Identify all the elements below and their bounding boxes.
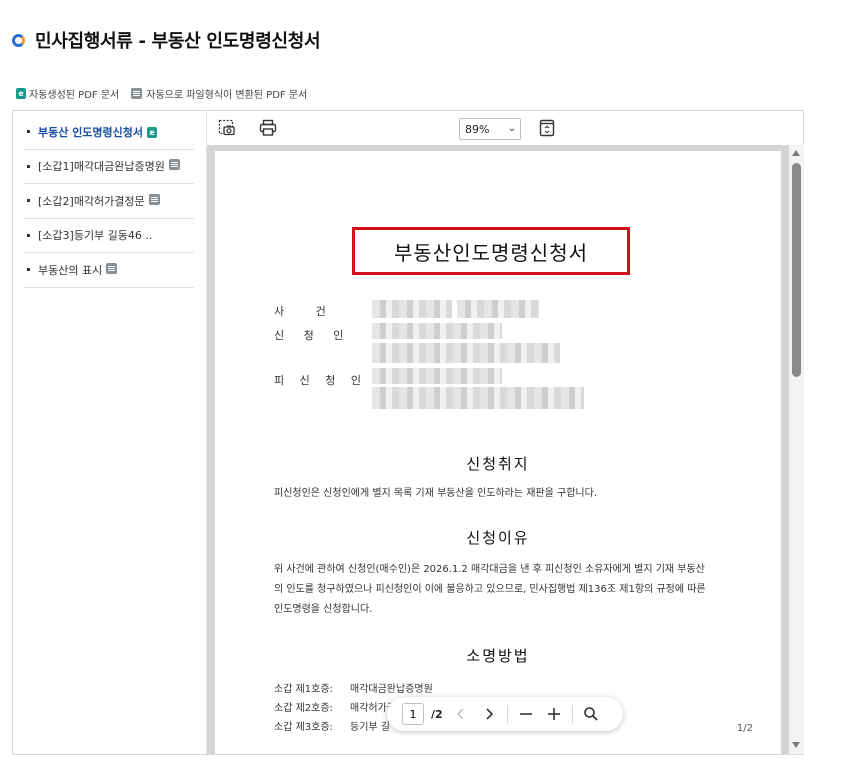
- zoom-in-button[interactable]: [544, 704, 564, 724]
- respondent-label: 피 신 청 인: [274, 374, 367, 387]
- vertical-scrollbar[interactable]: [789, 145, 804, 754]
- search-icon: [583, 707, 598, 721]
- viewer-toolbar: 89% ⌄: [207, 111, 803, 145]
- auto-pdf-icon: e: [16, 88, 26, 99]
- bullet-icon: [27, 268, 30, 272]
- fit-page-button[interactable]: [537, 118, 557, 138]
- bullet-icon: [27, 233, 30, 237]
- redacted-applicant-name: [372, 323, 502, 339]
- document-viewer: 부동산 인도명령신청서 e [소갑1]매각대금완납증명원 [소갑2]매각허가결정…: [12, 110, 804, 755]
- converted-pdf-icon: [168, 159, 180, 171]
- reason-heading: 신청이유: [466, 529, 530, 547]
- purpose-heading: 신청취지: [466, 455, 530, 473]
- evidence-key: 소갑 제1호증:: [274, 684, 333, 695]
- zoom-value: 89%: [465, 122, 490, 136]
- toolbar-divider: [506, 705, 508, 723]
- redacted-applicant-address: [372, 343, 560, 363]
- reason-text: 위 사건에 관하여 신청인(매수인)은 2026.1.2 매각대금을 낸 후 피…: [274, 564, 706, 615]
- chevron-left-icon: [456, 708, 464, 720]
- document-list-item[interactable]: 부동산 인도명령신청서 e: [23, 115, 194, 150]
- evidence-heading: 소명방법: [466, 647, 530, 665]
- page-navigation-bar: /2: [387, 697, 623, 731]
- zoom-select[interactable]: 89% ⌄: [459, 118, 521, 140]
- evidence-row: 소갑 제3호증: 등기부 길: [274, 718, 390, 733]
- next-page-button[interactable]: [479, 704, 499, 724]
- evidence-value: 등기부 길: [350, 722, 390, 733]
- bullet-icon: [27, 164, 30, 168]
- camera-capture-icon: [218, 119, 235, 136]
- legend-auto-label: 자동생성된 PDF 문서: [29, 90, 120, 101]
- case-label: 사 건: [274, 305, 340, 318]
- plus-icon: [547, 708, 560, 720]
- evidence-row: 소갑 제1호증: 매각대금완납증명원: [274, 680, 433, 695]
- redacted-case-number: [457, 300, 539, 318]
- capture-button[interactable]: [217, 118, 237, 138]
- document-list-item-label: [소갑1]매각대금완납증명원: [38, 160, 165, 174]
- auto-pdf-icon: e: [147, 127, 158, 139]
- converted-pdf-icon: [106, 262, 118, 274]
- legend-converted-label: 자동으로 파일형식이 변환된 PDF 문서: [146, 90, 308, 101]
- circle-logo-icon: [12, 33, 25, 47]
- document-page: 부동산인도명령신청서 사 건 신 청 인 피 신 청 인 신청취지 피신청인은 …: [215, 151, 781, 754]
- previous-page-button[interactable]: [451, 704, 471, 724]
- document-list-item-label: 부동산 인도명령신청서: [38, 125, 144, 139]
- document-list-item[interactable]: 부동산의 표시: [23, 253, 194, 288]
- toolbar-divider: [571, 705, 573, 723]
- converted-pdf-icon: [131, 88, 143, 99]
- evidence-key: 소갑 제3호증:: [274, 722, 333, 733]
- legend-converted: 자동으로 파일형식이 변환된 PDF 문서: [131, 86, 307, 101]
- document-list-item[interactable]: [소갑3]등기부 길동46 ..: [23, 219, 194, 253]
- scroll-down-icon[interactable]: [792, 742, 800, 748]
- legend-auto: e 자동생성된 PDF 문서: [16, 86, 119, 101]
- legend: e 자동생성된 PDF 문서 자동으로 파일형식이 변환된 PDF 문서: [16, 86, 319, 101]
- print-button[interactable]: [258, 118, 278, 138]
- converted-pdf-icon: [148, 193, 160, 205]
- redacted-case-number: [372, 300, 452, 318]
- document-list-item[interactable]: [소갑1]매각대금완납증명원: [23, 150, 194, 184]
- page-total: /2: [431, 707, 443, 721]
- evidence-value: 매각대금완납증명원: [350, 684, 433, 695]
- document-list-item-label: [소갑2]매각허가결정문: [38, 194, 145, 208]
- document-list: 부동산 인도명령신청서 e [소갑1]매각대금완납증명원 [소갑2]매각허가결정…: [13, 115, 206, 288]
- zoom-out-button[interactable]: [516, 704, 536, 724]
- applicant-label: 신 청 인: [274, 329, 352, 342]
- page-number: 1/2: [736, 723, 753, 734]
- document-list-item[interactable]: [소갑2]매각허가결정문: [23, 184, 194, 219]
- evidence-key: 소갑 제2호증:: [274, 703, 333, 714]
- document-list-item-label: 부동산의 표시: [38, 263, 103, 277]
- bullet-icon: [27, 130, 30, 134]
- bullet-icon: [27, 199, 30, 203]
- chevron-right-icon: [486, 708, 493, 720]
- document-title: 부동산인도명령신청서: [394, 240, 588, 265]
- page-number-input[interactable]: [402, 703, 424, 725]
- document-list-item-label: [소갑3]등기부 길동46 ..: [38, 229, 153, 243]
- fit-page-icon: [539, 119, 555, 137]
- printer-icon: [259, 119, 277, 136]
- scroll-up-icon[interactable]: [792, 150, 800, 156]
- page-header: 민사집행서류 - 부동산 인도명령신청서: [12, 26, 321, 54]
- scroll-thumb[interactable]: [792, 163, 801, 377]
- minus-icon: [519, 713, 532, 715]
- document-canvas[interactable]: 부동산인도명령신청서 사 건 신 청 인 피 신 청 인 신청취지 피신청인은 …: [207, 145, 789, 754]
- search-button[interactable]: [581, 704, 601, 724]
- document-title-box: 부동산인도명령신청서: [352, 227, 630, 275]
- document-list-sidebar: 부동산 인도명령신청서 e [소갑1]매각대금완납증명원 [소갑2]매각허가결정…: [13, 111, 207, 754]
- evidence-row: 소갑 제2호증: 매각허가결: [274, 699, 396, 714]
- redacted-respondent-address: [372, 387, 584, 409]
- redacted-respondent-name: [372, 368, 502, 384]
- page-title: 민사집행서류 - 부동산 인도명령신청서: [35, 31, 321, 52]
- purpose-text: 피신청인은 신청인에게 별지 목록 기재 부동산을 인도하라는 재판을 구합니다…: [274, 488, 598, 499]
- chevron-down-icon: ⌄: [507, 123, 516, 134]
